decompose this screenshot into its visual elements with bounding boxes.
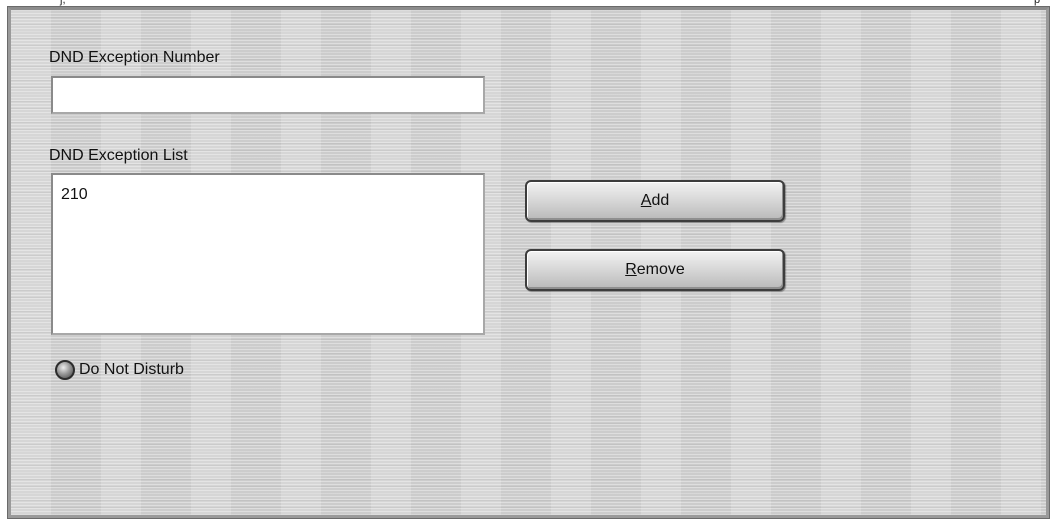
do-not-disturb-radio-icon[interactable] (55, 360, 75, 380)
dnd-exception-list[interactable]: 210 (51, 173, 485, 335)
add-button[interactable]: Add (525, 180, 785, 222)
remove-button-mnemonic: R (625, 261, 637, 278)
clipped-text-left: j, (60, 0, 66, 6)
list-item[interactable]: 210 (61, 185, 475, 205)
window-top-strip: j, p (0, 0, 1055, 7)
dnd-exception-number-label: DND Exception Number (49, 49, 220, 66)
do-not-disturb-option[interactable]: Do Not Disturb (55, 360, 184, 380)
clipped-text-right: p (1034, 0, 1041, 6)
add-button-mnemonic: A (640, 192, 652, 209)
add-button-label: dd (651, 192, 670, 209)
dnd-settings-panel: DND Exception Number DND Exception List … (7, 6, 1050, 519)
remove-button-label: emove (636, 261, 685, 278)
dnd-exception-number-input[interactable] (51, 76, 485, 114)
remove-button[interactable]: Remove (525, 249, 785, 291)
dnd-exception-list-label: DND Exception List (49, 147, 188, 164)
do-not-disturb-label: Do Not Disturb (79, 361, 184, 378)
